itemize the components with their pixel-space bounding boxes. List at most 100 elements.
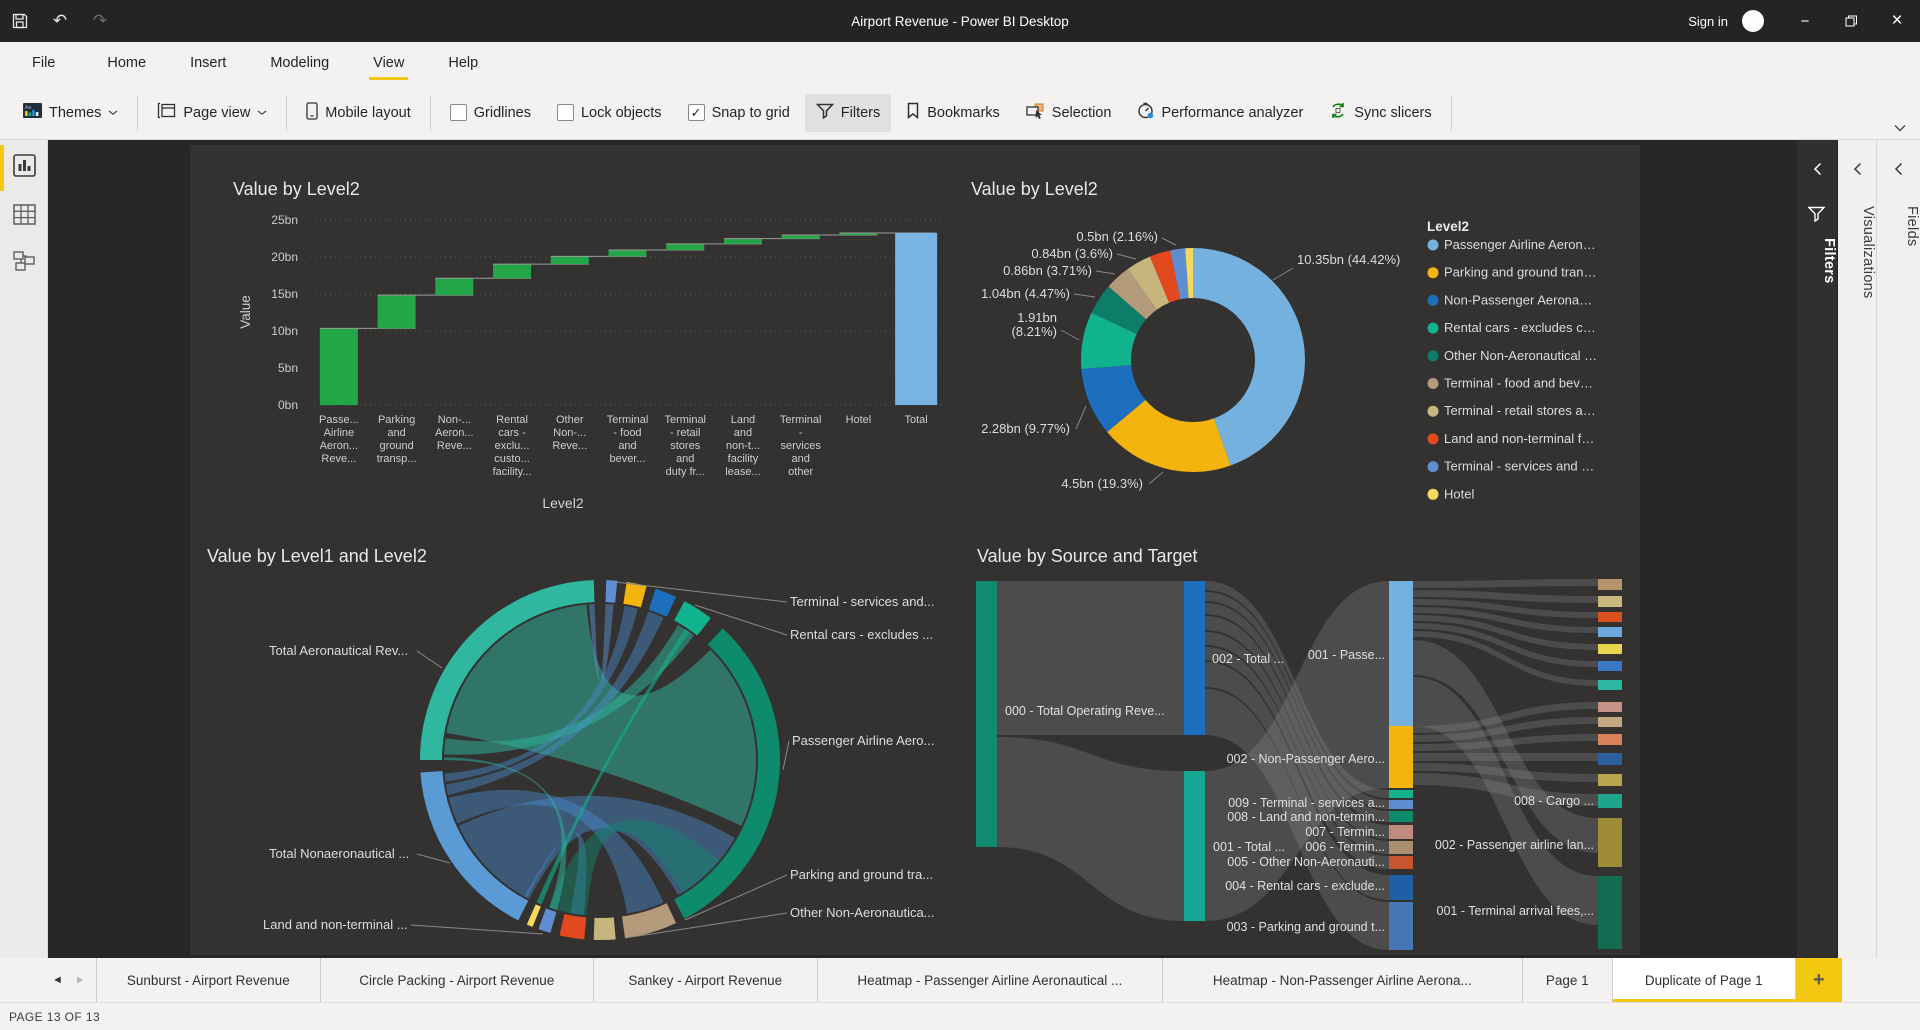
expand-filters-icon[interactable] [1797,162,1837,179]
waterfall-total-bar[interactable] [895,232,938,405]
chord-arc[interactable] [538,908,557,934]
toolbar-button-bookmarks[interactable]: Bookmarks [895,93,1011,132]
waterfall-bar[interactable] [781,234,820,239]
page-tab-5[interactable]: Heatmap - Non-Passenger Airline Aerona..… [1161,958,1522,1002]
visual-donut-chart[interactable]: Value by Level2 10.35bn (44.42%) 4.5bn (19… [965,150,1645,515]
sankey-node[interactable] [976,581,997,847]
avatar[interactable] [1742,10,1764,32]
sign-in-link[interactable]: Sign in [1688,14,1728,29]
sankey-node[interactable] [1598,661,1622,671]
legend-swatch[interactable] [1427,267,1439,279]
toolbar-button-selection[interactable]: Selection [1015,94,1123,132]
legend-swatch[interactable] [1427,433,1439,445]
page-tab-7[interactable]: Duplicate of Page 1 [1611,958,1796,1002]
sankey-node[interactable] [1389,581,1413,726]
sankey-node[interactable] [1598,612,1622,622]
sankey-node[interactable] [1389,902,1413,950]
minimize-button[interactable]: − [1782,0,1828,42]
legend-swatch[interactable] [1427,378,1439,389]
expand-visualizations-icon[interactable] [1838,162,1876,179]
menu-tab-insert[interactable]: Insert [188,51,228,78]
sankey-node[interactable] [1598,794,1622,808]
snap-to-grid-checkbox[interactable]: ✓ [687,104,705,121]
legend-swatch[interactable] [1427,239,1439,251]
report-page[interactable]: Value by Level2 0bn 5bn 10bn 15bn 20bn 25bn Val… [190,145,1640,955]
chord-arc[interactable] [648,588,677,617]
sankey-node[interactable] [1389,875,1413,900]
toolbar-button-page-view[interactable]: Page view [146,93,278,132]
menu-tab-view[interactable]: View [369,51,409,80]
redo-icon[interactable]: ↷ [80,0,120,42]
menu-tab-file[interactable]: File [30,51,57,78]
undo-icon[interactable]: ↶ [40,0,80,42]
sankey-node[interactable] [1184,581,1205,735]
chord-arc[interactable] [605,580,618,603]
collapse-ribbon-icon[interactable] [1894,119,1906,137]
waterfall-bar[interactable] [493,264,532,279]
waterfall-bar[interactable] [723,238,762,244]
toolbar-button-sync-slicers[interactable]: Sync slicers [1318,93,1442,132]
prev-page-arrow[interactable]: ◄ [52,974,63,986]
waterfall-bar[interactable] [377,295,416,329]
page-tab-6[interactable]: Page 1 [1521,958,1612,1002]
sankey-node[interactable] [1598,717,1622,727]
sankey-node[interactable] [1598,876,1622,949]
visualizations-pane-collapsed[interactable]: Visualizations [1837,140,1876,958]
gridlines-checkbox[interactable] [449,104,467,121]
legend-swatch[interactable] [1427,322,1439,334]
sankey-node[interactable] [1598,774,1622,786]
legend-swatch[interactable] [1427,461,1439,473]
sankey-node[interactable] [1598,596,1622,607]
sankey-node[interactable] [1598,579,1622,590]
legend-swatch[interactable] [1427,488,1439,500]
toolbar-button-themes[interactable]: Aa Themes [12,94,129,131]
page-tab-4[interactable]: Heatmap - Passenger Airline Aeronautical… [816,958,1162,1002]
waterfall-bar[interactable] [666,243,705,251]
sankey-node[interactable] [1389,811,1413,822]
chord-arc[interactable] [623,581,647,608]
legend-swatch[interactable] [1427,350,1439,362]
toolbar-button-performance-analyzer[interactable]: Performance analyzer [1126,93,1314,132]
page-tab-2[interactable]: Circle Packing - Airport Revenue [319,958,593,1002]
visual-waterfall-chart[interactable]: Value by Level2 0bn 5bn 10bn 15bn 20bn 25bn Val… [195,150,965,515]
toolbar-button-gridlines[interactable]: Gridlines [439,95,542,130]
waterfall-bar[interactable] [550,256,589,265]
toolbar-button-lock-objects[interactable]: Lock objects [546,95,673,130]
next-page-arrow[interactable]: ► [75,974,86,986]
waterfall-bar[interactable] [319,328,358,405]
menu-tab-help[interactable]: Help [446,51,480,78]
sankey-node[interactable] [1389,726,1413,788]
data-view-icon[interactable] [12,202,37,227]
save-icon[interactable] [0,0,40,42]
waterfall-bar[interactable] [435,278,474,296]
sankey-node[interactable] [1598,753,1622,765]
sankey-node[interactable] [1598,734,1622,745]
sankey-node[interactable] [1598,818,1622,867]
sankey-node[interactable] [1389,856,1413,869]
visual-chord-diagram[interactable]: Value by Level1 and Level2 Total Aeronaut… [195,530,965,950]
toolbar-button-filters[interactable]: Filters [804,93,892,132]
legend-swatch[interactable] [1427,294,1439,306]
toolbar-button-mobile-layout[interactable]: Mobile layout [295,93,421,133]
expand-fields-icon[interactable] [1877,162,1920,179]
fields-pane-collapsed[interactable]: Fields [1876,140,1920,958]
menu-tab-home[interactable]: Home [105,51,148,78]
lock-objects-checkbox[interactable] [556,104,574,121]
page-tab-3[interactable]: Sankey - Airport Revenue [592,958,817,1002]
close-button[interactable]: × [1874,0,1920,42]
filters-pane-collapsed[interactable]: Filters [1797,140,1837,958]
toolbar-button-snap-to-grid[interactable]: ✓ Snap to grid [677,95,801,130]
waterfall-bar[interactable] [608,250,647,257]
page-view-dropdown-icon[interactable] [257,108,267,118]
sankey-node[interactable] [1184,771,1205,921]
sankey-node[interactable] [1598,627,1622,637]
legend-swatch[interactable] [1427,405,1439,417]
sankey-node[interactable] [1598,702,1622,712]
model-view-icon[interactable] [12,248,37,273]
chord-arc[interactable] [559,913,587,940]
sankey-node[interactable] [1598,680,1622,690]
visual-sankey-diagram[interactable]: Value by Source and Target 000 - Total Op… [965,530,1645,950]
report-view-icon[interactable] [12,153,37,178]
sankey-node[interactable] [1389,841,1413,854]
new-page-button[interactable]: + [1795,958,1842,1002]
